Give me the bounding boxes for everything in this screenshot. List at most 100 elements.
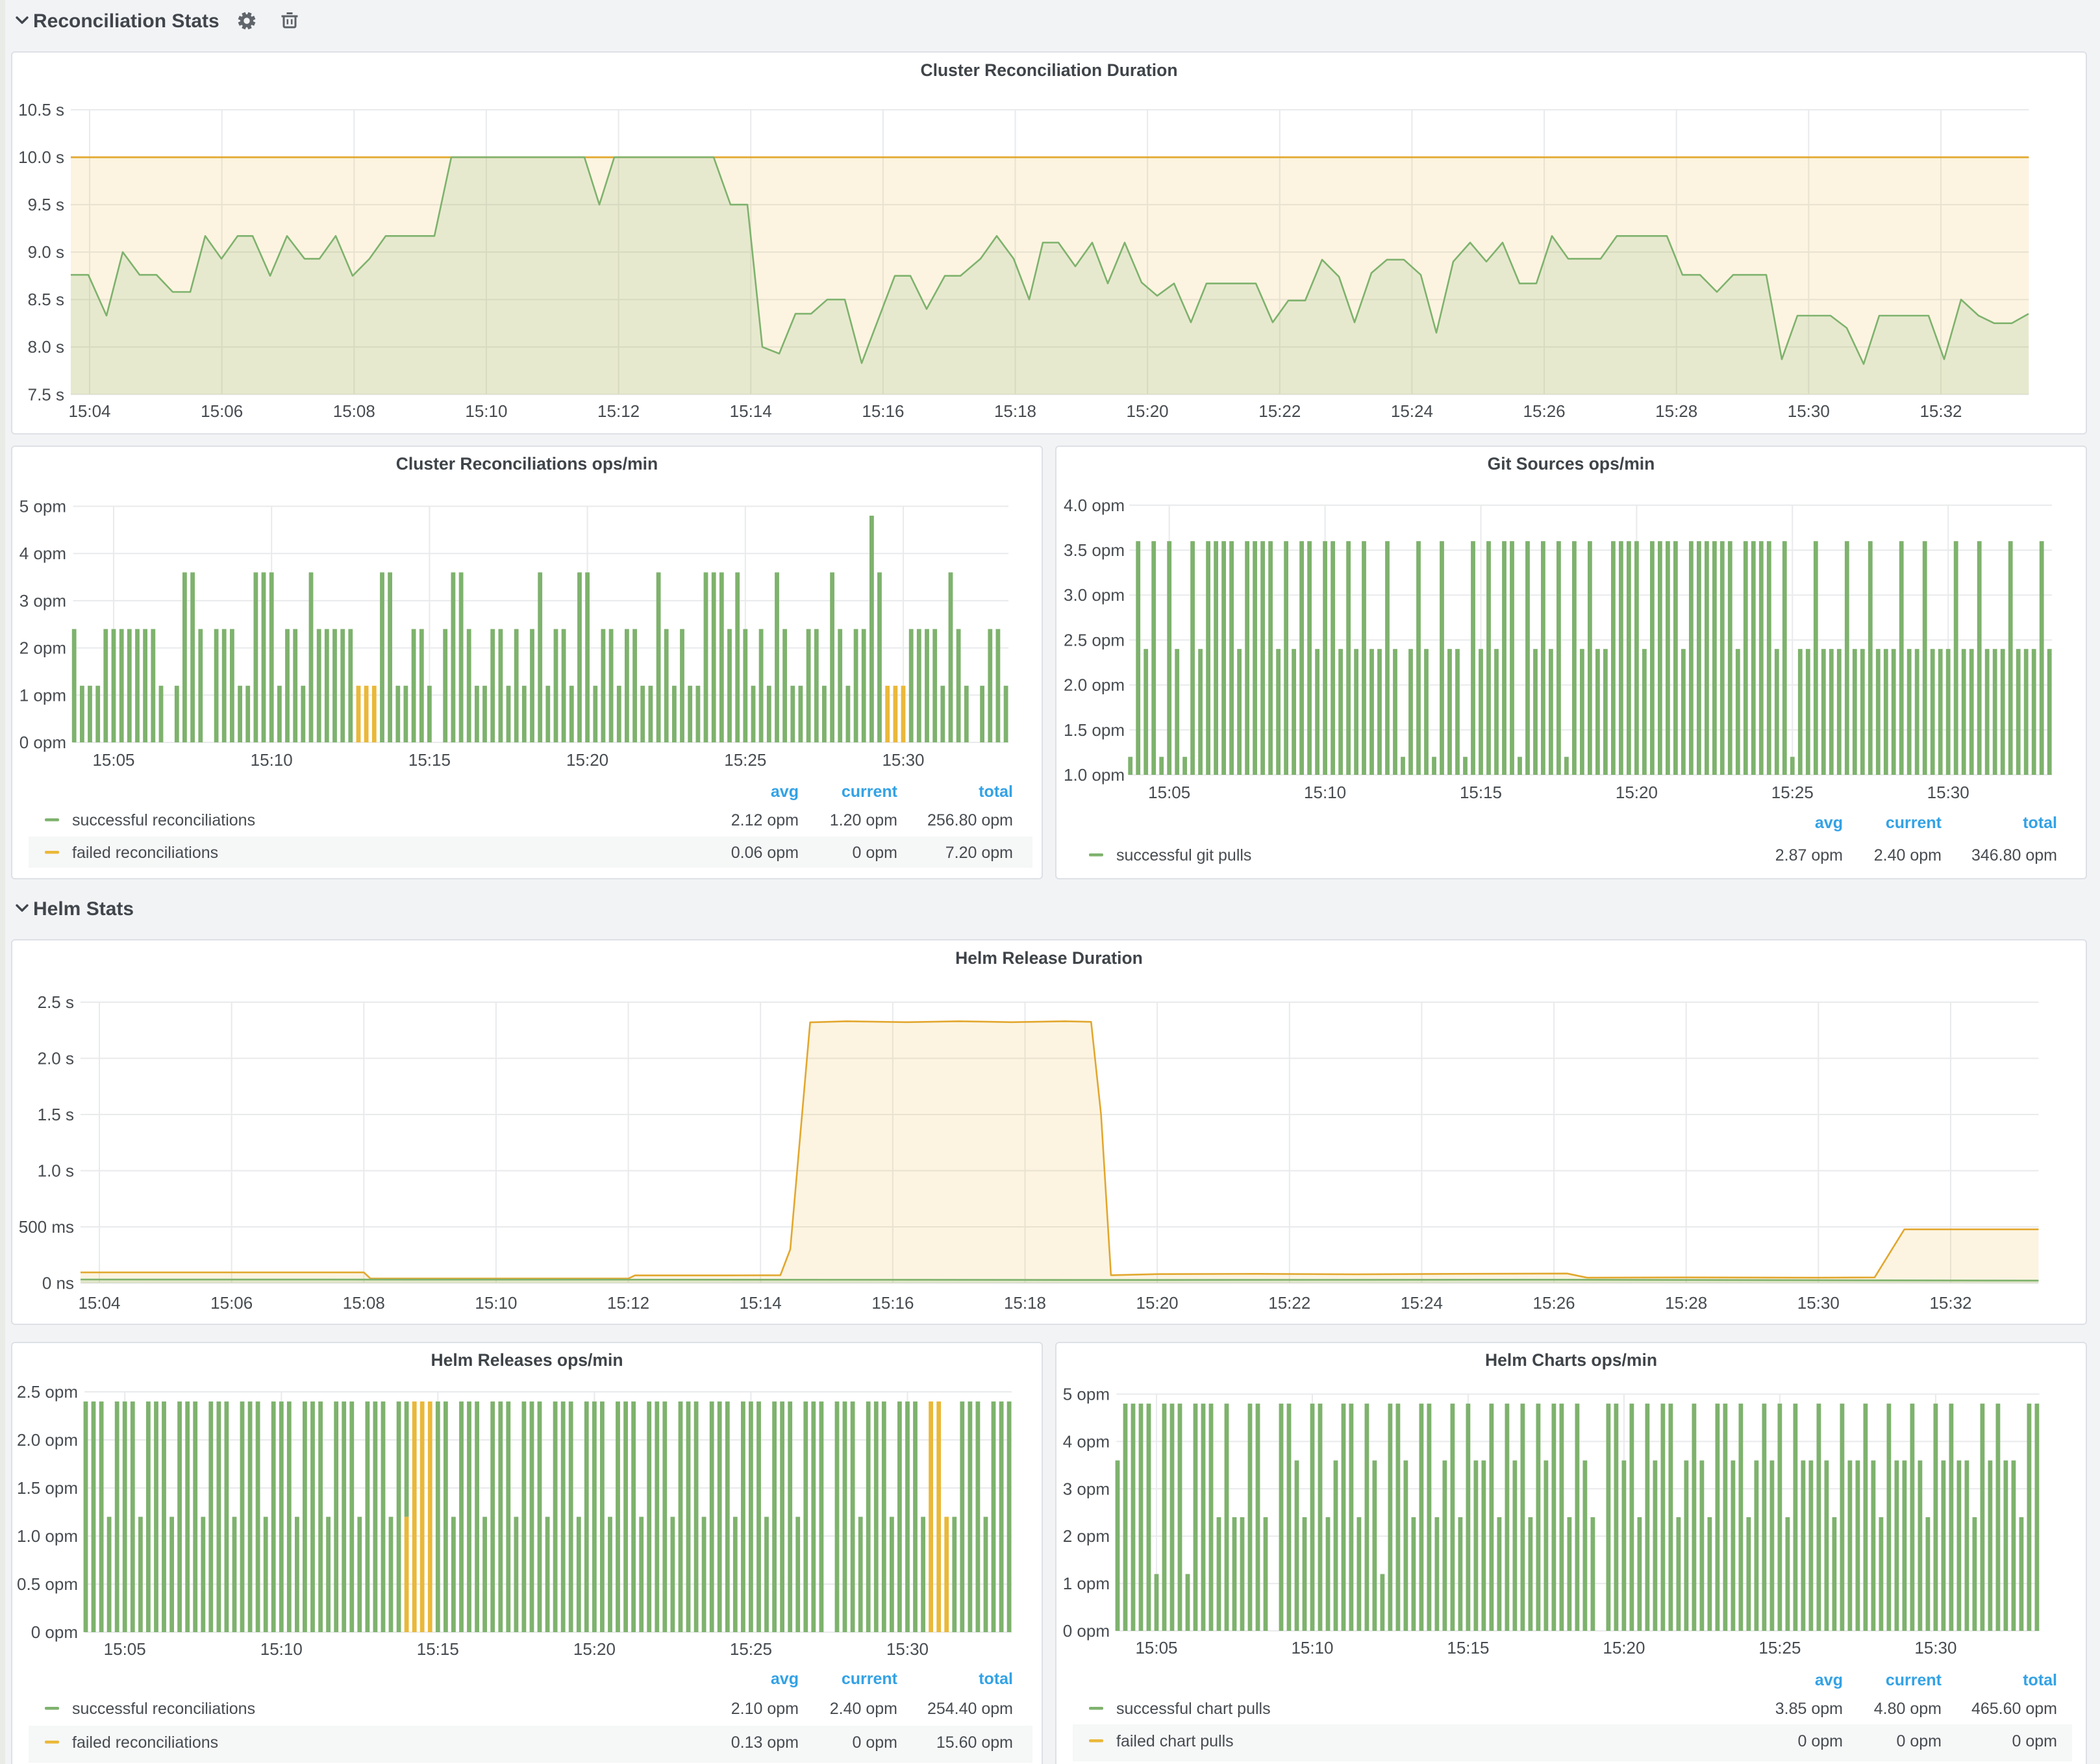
svg-text:15:15: 15:15 (1447, 1638, 1489, 1657)
svg-text:15:30: 15:30 (1927, 783, 1969, 802)
svg-text:2 opm: 2 opm (1063, 1526, 1110, 1546)
svg-text:successful reconciliations: successful reconciliations (72, 1700, 255, 1718)
svg-text:Helm Releases ops/min: Helm Releases ops/min (431, 1350, 623, 1370)
svg-text:15:15: 15:15 (1460, 783, 1502, 802)
svg-text:15:30: 15:30 (1797, 1293, 1840, 1313)
svg-text:15:28: 15:28 (1665, 1293, 1707, 1313)
svg-text:avg: avg (771, 1670, 799, 1688)
svg-text:15:05: 15:05 (92, 750, 134, 770)
svg-text:0 opm: 0 opm (2012, 1732, 2057, 1750)
svg-text:0.13 opm: 0.13 opm (731, 1733, 799, 1752)
svg-text:successful reconciliations: successful reconciliations (72, 811, 255, 829)
svg-text:15:15: 15:15 (417, 1639, 459, 1659)
svg-text:15:10: 15:10 (260, 1639, 303, 1659)
svg-text:15:20: 15:20 (566, 750, 608, 770)
svg-text:current: current (1886, 1671, 1942, 1689)
svg-text:total: total (2023, 814, 2057, 832)
svg-text:15:22: 15:22 (1268, 1293, 1310, 1313)
svg-text:15:16: 15:16 (871, 1293, 914, 1313)
svg-text:successful git pulls: successful git pulls (1116, 846, 1251, 864)
svg-text:500 ms: 500 ms (19, 1217, 74, 1237)
svg-text:15:22: 15:22 (1258, 401, 1301, 421)
svg-text:1 opm: 1 opm (1063, 1574, 1110, 1593)
svg-text:15:08: 15:08 (343, 1293, 385, 1313)
svg-text:15:32: 15:32 (1919, 401, 1962, 421)
svg-text:2 opm: 2 opm (19, 638, 66, 658)
svg-text:9.0 s: 9.0 s (28, 242, 64, 262)
svg-text:failed chart pulls: failed chart pulls (1116, 1732, 1234, 1750)
svg-text:3 opm: 3 opm (19, 591, 66, 611)
svg-text:5 opm: 5 opm (19, 497, 66, 516)
svg-text:1.5 s: 1.5 s (38, 1105, 74, 1124)
svg-text:3.5 opm: 3.5 opm (1064, 540, 1125, 560)
svg-text:1.5 opm: 1.5 opm (1064, 720, 1125, 740)
svg-text:346.80 opm: 346.80 opm (1971, 846, 2057, 864)
svg-text:avg: avg (1815, 1671, 1843, 1689)
svg-text:15:32: 15:32 (1929, 1293, 1971, 1313)
svg-text:15:10: 15:10 (475, 1293, 517, 1313)
svg-text:15:20: 15:20 (1136, 1293, 1179, 1313)
svg-text:15:12: 15:12 (597, 401, 640, 421)
svg-text:0 opm: 0 opm (19, 733, 66, 752)
svg-text:5 opm: 5 opm (1063, 1385, 1110, 1404)
svg-text:current: current (1886, 814, 1942, 832)
svg-text:15:30: 15:30 (886, 1639, 929, 1659)
svg-text:0 opm: 0 opm (853, 1733, 897, 1752)
svg-text:Helm Charts ops/min: Helm Charts ops/min (1485, 1350, 1657, 1370)
svg-text:2.5 opm: 2.5 opm (1064, 630, 1125, 649)
svg-text:0.06 opm: 0.06 opm (731, 844, 799, 862)
svg-text:0 opm: 0 opm (1063, 1621, 1110, 1641)
svg-text:15:26: 15:26 (1523, 401, 1566, 421)
svg-text:total: total (979, 783, 1013, 801)
svg-text:15:30: 15:30 (1914, 1638, 1956, 1657)
svg-text:8.5 s: 8.5 s (28, 290, 64, 309)
svg-text:15:25: 15:25 (1771, 783, 1814, 802)
svg-text:15:30: 15:30 (1788, 401, 1830, 421)
svg-text:15:10: 15:10 (465, 401, 507, 421)
svg-text:15:15: 15:15 (408, 750, 451, 770)
svg-text:2.10 opm: 2.10 opm (731, 1700, 799, 1718)
svg-text:2.0 opm: 2.0 opm (1064, 675, 1125, 695)
svg-text:2.40 opm: 2.40 opm (830, 1700, 897, 1718)
svg-text:465.60 opm: 465.60 opm (1971, 1700, 2057, 1718)
svg-text:15:14: 15:14 (740, 1293, 782, 1313)
svg-text:15:06: 15:06 (210, 1293, 253, 1313)
svg-text:254.40 opm: 254.40 opm (927, 1700, 1013, 1718)
svg-text:failed reconciliations: failed reconciliations (72, 844, 218, 862)
svg-text:0 ns: 0 ns (42, 1274, 74, 1293)
svg-text:15.60 opm: 15.60 opm (936, 1733, 1013, 1752)
svg-text:successful chart pulls: successful chart pulls (1116, 1700, 1271, 1718)
svg-text:15:20: 15:20 (1616, 783, 1658, 802)
svg-text:2.12 opm: 2.12 opm (731, 811, 799, 829)
svg-text:15:20: 15:20 (1127, 401, 1169, 421)
svg-text:2.5 opm: 2.5 opm (17, 1382, 78, 1402)
svg-text:current: current (842, 1670, 898, 1688)
svg-text:1.0 s: 1.0 s (38, 1161, 74, 1181)
svg-text:2.5 s: 2.5 s (38, 992, 74, 1012)
svg-text:failed reconciliations: failed reconciliations (72, 1733, 218, 1752)
svg-text:avg: avg (1815, 814, 1843, 832)
svg-text:15:24: 15:24 (1391, 401, 1433, 421)
svg-text:15:08: 15:08 (333, 401, 375, 421)
svg-text:10.0 s: 10.0 s (18, 147, 64, 167)
svg-text:1.0 opm: 1.0 opm (17, 1526, 78, 1546)
svg-text:Git Sources ops/min: Git Sources ops/min (1488, 454, 1655, 473)
svg-text:3.0 opm: 3.0 opm (1064, 585, 1125, 605)
svg-text:4.80 opm: 4.80 opm (1874, 1700, 1942, 1718)
svg-text:4 opm: 4 opm (19, 544, 66, 563)
svg-text:15:20: 15:20 (1603, 1638, 1645, 1657)
svg-text:7.5 s: 7.5 s (28, 384, 64, 404)
svg-text:15:12: 15:12 (607, 1293, 649, 1313)
svg-text:1.5 opm: 1.5 opm (17, 1478, 78, 1498)
svg-text:256.80 opm: 256.80 opm (927, 811, 1013, 829)
svg-text:15:28: 15:28 (1655, 401, 1697, 421)
svg-text:Helm Release Duration: Helm Release Duration (955, 948, 1143, 968)
svg-text:15:25: 15:25 (1758, 1638, 1801, 1657)
svg-text:15:04: 15:04 (68, 401, 110, 421)
svg-text:avg: avg (771, 783, 799, 801)
svg-text:0 opm: 0 opm (1897, 1732, 1942, 1750)
svg-text:10.5 s: 10.5 s (18, 100, 64, 120)
svg-text:total: total (979, 1670, 1013, 1688)
svg-text:15:05: 15:05 (1148, 783, 1190, 802)
svg-text:15:26: 15:26 (1533, 1293, 1575, 1313)
